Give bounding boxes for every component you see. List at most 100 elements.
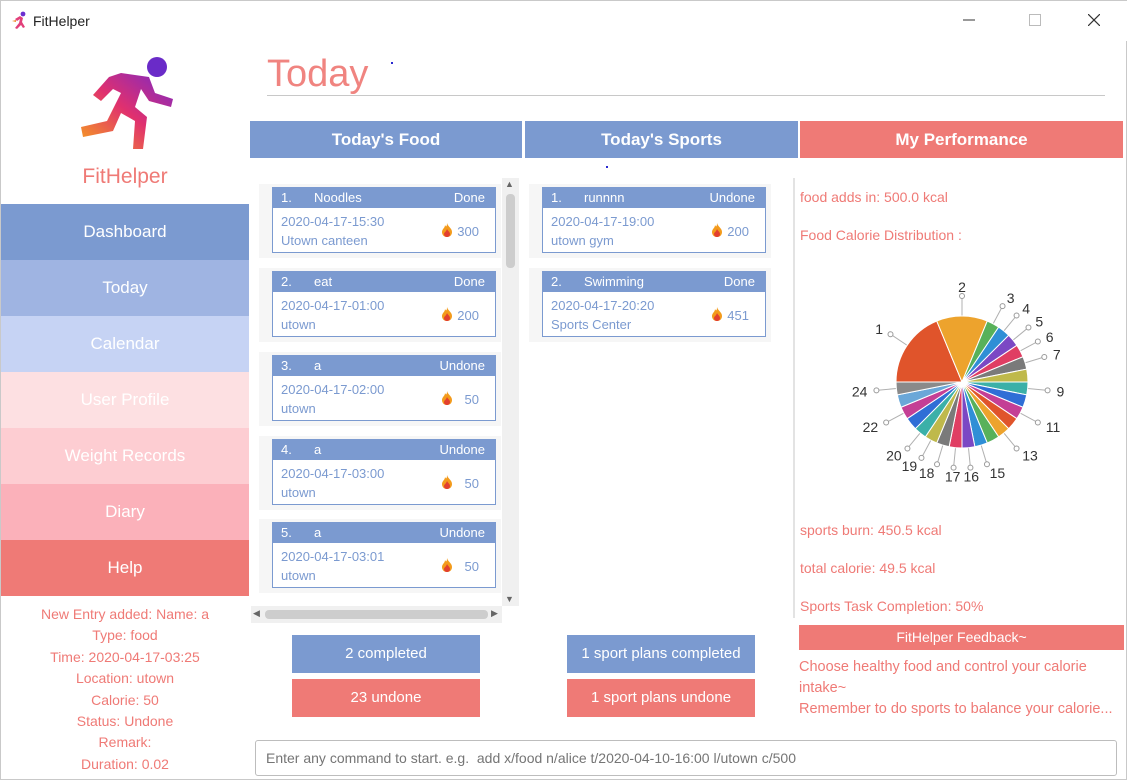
item-name: Swimming [584, 274, 644, 289]
item-calorie: 50 [464, 559, 479, 574]
flame-icon [712, 307, 722, 321]
list-item[interactable]: 2. eat Done 2020-04-17-01:00 utown 200 [259, 268, 501, 342]
item-time: 2020-04-17-03:00 [281, 466, 385, 481]
sidebar-item-weight-records[interactable]: Weight Records [1, 428, 249, 484]
sport-card[interactable]: 2. Swimming Done 2020-04-17-20:20 Sports… [542, 271, 766, 337]
app-window: FitHelper FitHelper Dashboard Today Cale… [0, 0, 1127, 780]
flame-icon [442, 391, 452, 405]
sidebar-item-diary[interactable]: Diary [1, 484, 249, 540]
item-calorie: 200 [727, 224, 749, 239]
pie-leader-dot [934, 461, 941, 468]
summary-line: Remark: [98, 734, 152, 751]
item-status: Undone [439, 442, 485, 457]
maximize-button[interactable] [1012, 7, 1058, 35]
sports-completion-text: Sports Task Completion: 50% [800, 598, 984, 614]
food-card[interactable]: 5. a Undone 2020-04-17-03:01 utown 50 [272, 522, 496, 588]
pie-leader-dot [1013, 445, 1020, 452]
sidebar-item-label: Dashboard [83, 222, 167, 241]
food-list-horizontal-scrollbar[interactable]: ◀ ▶ [251, 606, 502, 623]
pie-leader-dot [1044, 387, 1051, 394]
minimize-button[interactable] [946, 7, 992, 35]
item-index: 1. [551, 190, 562, 205]
item-name: a [314, 525, 322, 540]
item-location: utown [281, 568, 316, 583]
item-location: Sports Center [551, 317, 632, 332]
sidebar-item-calendar[interactable]: Calendar [1, 316, 249, 372]
food-card[interactable]: 3. a Undone 2020-04-17-02:00 utown 50 [272, 355, 496, 421]
scroll-right-icon[interactable]: ▶ [491, 608, 498, 619]
pie-label-5: 5 [1035, 314, 1043, 330]
flame-icon [442, 558, 452, 572]
item-time: 2020-04-17-19:00 [551, 214, 655, 229]
list-item[interactable]: 5. a Undone 2020-04-17-03:01 utown 50 [259, 519, 501, 593]
entry-summary: New Entry added: Name: a Type: food Time… [1, 604, 249, 775]
food-list-vertical-scrollbar[interactable]: ▲ ▼ [502, 178, 519, 606]
tab-todays-food[interactable]: Today's Food [250, 121, 522, 158]
sidebar-item-dashboard[interactable]: Dashboard [1, 204, 249, 260]
list-item[interactable]: 2. Swimming Done 2020-04-17-20:20 Sports… [529, 268, 771, 342]
pie-leader-dot [1013, 312, 1020, 319]
tab-my-performance[interactable]: My Performance [800, 121, 1123, 158]
sports-completed-button[interactable]: 1 sport plans completed [567, 635, 755, 673]
food-list[interactable]: 1. Noodles Done 2020-04-17-15:30 Utown c… [251, 178, 519, 624]
food-undone-button[interactable]: 23 undone [292, 679, 480, 717]
item-calorie: 200 [457, 308, 479, 323]
sidebar-item-today[interactable]: Today [1, 260, 249, 316]
item-status: Done [453, 190, 485, 205]
pie-label-18: 18 [919, 465, 935, 481]
feedback-line: intake~ [799, 680, 847, 696]
feedback-line: Choose healthy food and control your cal… [799, 659, 1087, 675]
scroll-left-icon[interactable]: ◀ [253, 608, 260, 619]
sidebar-item-label: Help [107, 558, 143, 577]
pie-label-6: 6 [1046, 329, 1054, 345]
card-header: 2. Swimming Done [543, 272, 765, 292]
list-item[interactable]: 3. a Undone 2020-04-17-02:00 utown 50 [259, 352, 501, 426]
scroll-down-icon[interactable]: ▼ [505, 594, 514, 604]
dot-marker [391, 62, 393, 64]
pie-leader-dot [883, 419, 890, 426]
summary-line: Duration: 0.02 [81, 755, 169, 772]
sport-card[interactable]: 1. runnnn Undone 2020-04-17-19:00 utown … [542, 187, 766, 253]
food-completed-button[interactable]: 2 completed [292, 635, 480, 673]
pie-label-22: 22 [863, 419, 879, 435]
item-calorie: 300 [457, 224, 479, 239]
food-card[interactable]: 2. eat Done 2020-04-17-01:00 utown 200 [272, 271, 496, 337]
scroll-thumb[interactable] [265, 610, 488, 619]
item-index: 1. [281, 190, 292, 205]
sidebar-item-user-profile[interactable]: User Profile [1, 372, 249, 428]
pie-label-7: 7 [1053, 346, 1061, 362]
total-calorie-text: total calorie: 49.5 kcal [800, 560, 936, 576]
sidebar-item-label: Today [102, 278, 148, 297]
tab-todays-sports[interactable]: Today's Sports [525, 121, 798, 158]
food-adds-text: food adds in: 500.0 kcal [800, 189, 948, 205]
food-card[interactable]: 4. a Undone 2020-04-17-03:00 utown 50 [272, 439, 496, 505]
pie-label-13: 13 [1022, 447, 1038, 463]
window-title: FitHelper [33, 13, 90, 29]
list-item[interactable]: 1. runnnn Undone 2020-04-17-19:00 utown … [529, 184, 771, 258]
card-header: 2. eat Done [273, 272, 495, 292]
dot-marker [606, 166, 608, 168]
food-card[interactable]: 1. Noodles Done 2020-04-17-15:30 Utown c… [272, 187, 496, 253]
sports-undone-button[interactable]: 1 sport plans undone [567, 679, 755, 717]
pie-leader-dot [1034, 338, 1041, 345]
close-button[interactable] [1071, 7, 1117, 35]
list-item[interactable]: 4. a Undone 2020-04-17-03:00 utown 50 [259, 436, 501, 510]
item-status: Undone [709, 190, 755, 205]
item-status: Done [453, 274, 485, 289]
feedback-header: FitHelper Feedback~ [799, 625, 1124, 650]
sports-list[interactable]: 1. runnnn Undone 2020-04-17-19:00 utown … [523, 178, 791, 608]
flame-icon [442, 223, 452, 237]
command-input[interactable] [255, 740, 1117, 776]
maximize-icon [1029, 14, 1041, 26]
list-item[interactable]: 1. Noodles Done 2020-04-17-15:30 Utown c… [259, 184, 501, 258]
scroll-up-icon[interactable]: ▲ [505, 179, 514, 189]
item-calorie: 451 [727, 308, 749, 323]
item-location: Utown canteen [281, 233, 368, 248]
pie-leader-dot [873, 387, 880, 394]
flame-icon [712, 223, 722, 237]
runner-icon [12, 11, 26, 29]
scroll-thumb[interactable] [506, 194, 515, 268]
item-time: 2020-04-17-03:01 [281, 549, 385, 564]
item-location: utown [281, 485, 316, 500]
sidebar-item-help[interactable]: Help [1, 540, 249, 596]
